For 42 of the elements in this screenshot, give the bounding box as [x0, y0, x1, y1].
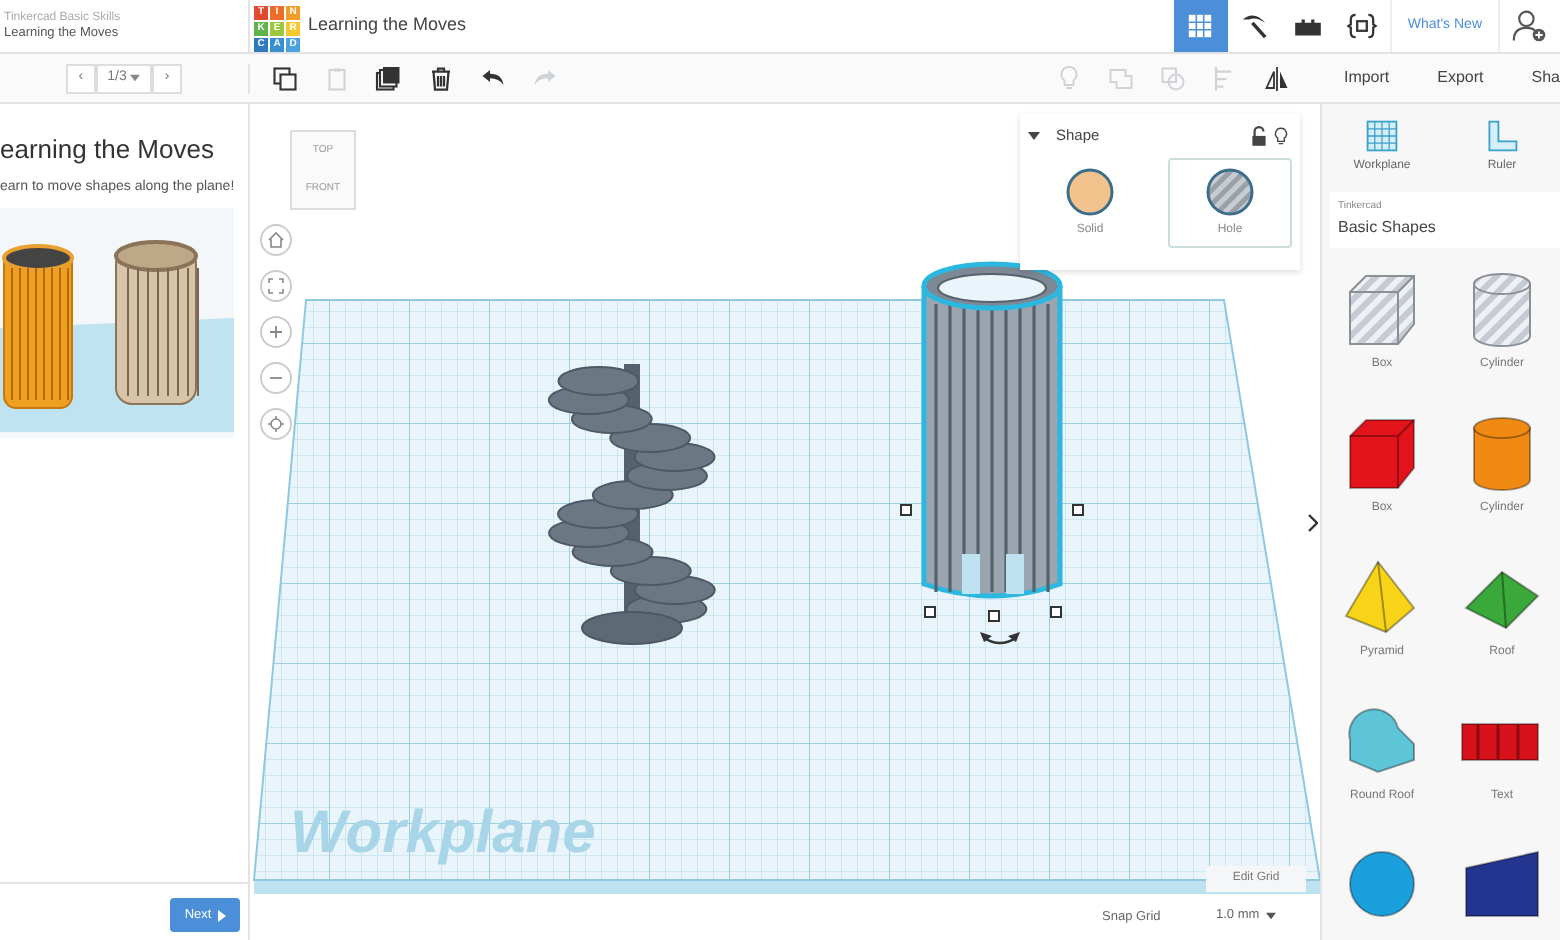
resize-handle[interactable]	[900, 504, 912, 516]
ungroup-icon	[1158, 63, 1189, 93]
resize-handle[interactable]	[1050, 606, 1062, 618]
caret-icon	[130, 74, 141, 82]
zoom-in-icon	[266, 322, 286, 342]
caret-icon	[1265, 911, 1276, 919]
home-icon	[266, 230, 286, 250]
solid-circle-icon	[1064, 166, 1116, 218]
fit-view-button[interactable]	[260, 270, 292, 302]
toolbar-action-button[interactable]: Import	[1319, 54, 1414, 102]
pickaxe-icon	[1238, 10, 1271, 42]
add-user-icon	[1512, 8, 1548, 44]
fit-view-icon	[266, 276, 286, 296]
mirror-icon	[1262, 63, 1293, 93]
light-bulb-icon[interactable]	[1270, 125, 1292, 147]
grid-icon	[1364, 117, 1400, 153]
rotate-handle-icon[interactable]	[980, 632, 1020, 645]
zoom-in-button[interactable]	[260, 316, 292, 348]
ruler-icon	[1484, 117, 1520, 153]
toolbar-action-button[interactable]: Sha	[1507, 54, 1560, 102]
home-button[interactable]	[260, 224, 292, 256]
toolbar-action-button[interactable]: Export	[1413, 54, 1508, 102]
perspective-button[interactable]	[260, 408, 292, 440]
group-icon	[1106, 63, 1137, 93]
spiral-staircase-drawing[interactable]	[547, 364, 716, 645]
grid-view-icon	[1184, 10, 1217, 42]
resize-handle[interactable]	[924, 606, 936, 618]
cage-drawing[interactable]	[921, 261, 1063, 599]
code-blocks-icon	[1346, 10, 1379, 42]
zoom-out-button[interactable]	[260, 362, 292, 394]
copy-icon	[269, 63, 299, 93]
design-title: Learning the Moves	[308, 12, 467, 39]
caret-icon[interactable]	[1028, 132, 1040, 140]
chevron-icon	[1307, 513, 1317, 531]
duplicate-icon	[373, 63, 403, 93]
lesson-heading: earning the Moves	[0, 132, 216, 168]
resize-handle[interactable]	[1072, 504, 1084, 516]
striped-circle-icon	[1204, 166, 1256, 218]
perspective-icon	[266, 414, 286, 434]
caret-icon	[217, 909, 226, 921]
unlocked-icon[interactable]	[1248, 125, 1270, 147]
resize-handle[interactable]	[988, 610, 1000, 622]
